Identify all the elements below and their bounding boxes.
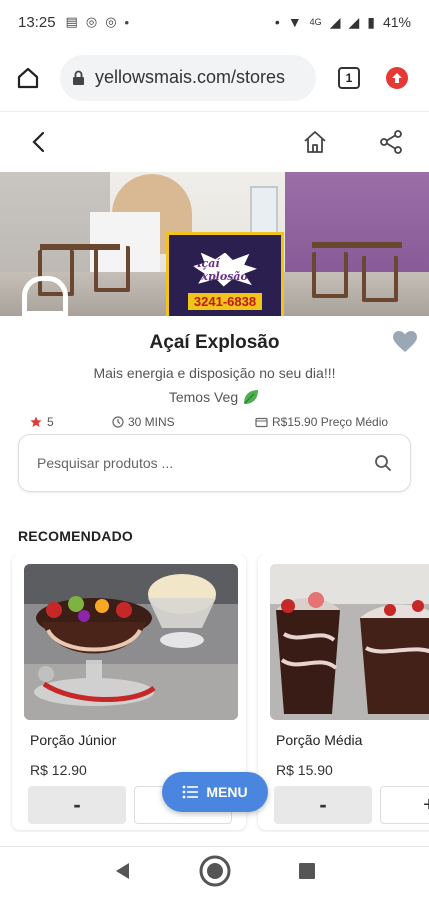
nav-home-button[interactable]: [198, 854, 232, 893]
battery-percent: 41%: [382, 14, 411, 30]
product-image: [270, 564, 429, 720]
tab-switcher-button[interactable]: 1: [338, 66, 360, 89]
decrease-quantity-button[interactable]: -: [28, 786, 126, 824]
share-icon: [380, 130, 402, 154]
search-icon[interactable]: [374, 454, 392, 472]
product-price: R$ 12.90: [30, 762, 87, 778]
url-text: yellowsmais.com/stores: [95, 67, 286, 87]
lock-icon: [72, 70, 85, 86]
product-name: Porção Média: [276, 732, 363, 748]
decrease-quantity-button[interactable]: -: [274, 786, 372, 824]
cover-table: [312, 242, 402, 248]
triangle-back-icon: [115, 863, 129, 879]
rating-value: 5: [47, 415, 54, 429]
update-button[interactable]: [386, 66, 408, 89]
veg-badge: Temos Veg: [0, 388, 429, 406]
dot-icon: •: [274, 14, 280, 30]
store-name: Açaí Explosão: [149, 332, 280, 353]
average-price-value: R$15.90 Preço Médio: [272, 415, 389, 429]
menu-label: MENU: [206, 784, 248, 800]
star-icon: [30, 416, 42, 427]
list-icon: [182, 785, 199, 799]
heart-icon: [393, 331, 417, 352]
menu-button[interactable]: MENU: [162, 772, 268, 812]
logo-phone: 3241-6838: [187, 292, 263, 310]
status-bar: 13:25 ▤ ◎ ◎ • • ▼ 4G ◢ ◢ ▮ 41%: [0, 0, 429, 44]
logo-burst: Açaí Explosão: [193, 252, 257, 287]
status-time: 13:25: [18, 13, 56, 31]
delivery-time: 30 MINS: [112, 415, 175, 429]
circle-home-icon: [199, 855, 231, 887]
clock-icon: [112, 416, 124, 428]
average-price: R$15.90 Preço Médio: [255, 415, 388, 429]
instagram-icon: ◎: [105, 14, 117, 29]
battery-icon: ▮: [367, 13, 375, 30]
instagram-icon: ◎: [85, 14, 98, 29]
home-icon: [304, 131, 326, 153]
arrow-up-icon: [392, 72, 402, 83]
favorite-button[interactable]: [392, 330, 418, 359]
product-search-field[interactable]: Pesquisar produtos ...: [18, 434, 411, 492]
increase-quantity-button[interactable]: +: [380, 786, 429, 824]
nav-recents-button[interactable]: [298, 862, 316, 885]
share-button[interactable]: [378, 129, 404, 160]
veg-label: Temos Veg: [168, 389, 239, 405]
delivery-time-value: 30 MINS: [128, 415, 175, 429]
browser-toolbar: yellowsmais.com/stores 1: [0, 44, 429, 112]
store-home-button[interactable]: [302, 129, 328, 160]
store-meta: 5 30 MINS R$15.90 Preço Médio: [0, 415, 429, 433]
search-placeholder: Pesquisar produtos ...: [37, 455, 174, 471]
store-tagline: Mais energia e disposição no seu dia!!!: [93, 365, 336, 381]
cover-chair: [312, 252, 348, 298]
product-price: R$ 15.90: [276, 762, 333, 778]
wallet-icon: [255, 417, 268, 428]
page-header: [0, 115, 429, 171]
product-image: [24, 564, 238, 720]
signal-icon: ◢: [329, 13, 341, 30]
store-logo: Açaí Explosão 3241-6838: [166, 232, 284, 316]
home-icon: [17, 67, 39, 88]
address-bar[interactable]: yellowsmais.com/stores: [60, 54, 316, 101]
dot-icon: •: [124, 14, 130, 30]
sms-icon: ▤: [65, 14, 78, 29]
nav-back-button[interactable]: [113, 861, 133, 886]
chevron-left-icon: [32, 131, 45, 153]
cover-chair: [362, 256, 398, 302]
system-navigation-bar: [0, 846, 429, 900]
product-name: Porção Júnior: [30, 732, 117, 748]
leaf-icon: [244, 390, 259, 404]
store-rating: 5: [30, 415, 54, 429]
cover-chair: [94, 246, 130, 292]
network-type: 4G: [309, 17, 322, 27]
section-title-recommended: RECOMENDADO: [18, 528, 133, 544]
product-card[interactable]: Porção Média R$ 15.90 - +: [258, 554, 429, 830]
wifi-icon: ▼: [287, 14, 302, 30]
logo-brand: Açaí Explosão: [193, 256, 248, 283]
signal-icon: ◢: [348, 13, 360, 30]
back-button[interactable]: [28, 129, 50, 160]
store-cover-image: Açaí Explosão 3241-6838: [0, 172, 429, 316]
square-recents-icon: [299, 863, 316, 879]
cover-chair: [22, 276, 68, 316]
browser-home-button[interactable]: [14, 64, 42, 92]
